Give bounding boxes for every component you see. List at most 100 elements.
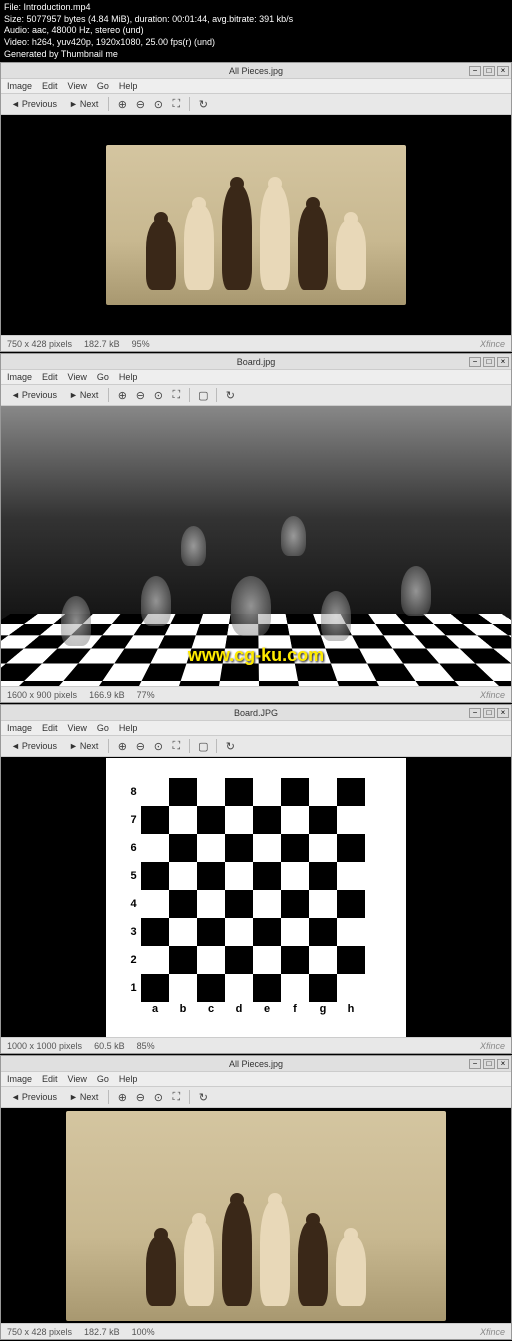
board-square [337, 778, 365, 806]
zoom-out-icon[interactable]: ⊖ [133, 97, 147, 111]
menu-help[interactable]: Help [119, 723, 138, 733]
crop-icon[interactable]: ▢ [196, 388, 210, 402]
rotate-icon[interactable]: ↻ [196, 1090, 210, 1104]
status-zoom: 95% [132, 339, 150, 349]
board-square [309, 778, 337, 806]
image-viewport[interactable]: 87654321abcdefgh [1, 757, 511, 1037]
next-button[interactable]: ► Next [65, 740, 102, 752]
toolbar: ◄ Previous ► Next ⊕ ⊖ ⊙ ⛶ ▢ ↻ [1, 385, 511, 406]
menu-image[interactable]: Image [7, 723, 32, 733]
menu-view[interactable]: View [68, 372, 87, 382]
image-viewer-window: Board.JPG − □ × Image Edit View Go Help … [0, 704, 512, 1054]
menu-image[interactable]: Image [7, 81, 32, 91]
maximize-button[interactable]: □ [483, 1059, 495, 1069]
rotate-icon[interactable]: ↻ [223, 739, 237, 753]
menu-edit[interactable]: Edit [42, 372, 58, 382]
zoom-fit-icon[interactable]: ⛶ [169, 97, 183, 111]
zoom-out-icon[interactable]: ⊖ [133, 388, 147, 402]
status-dimensions: 1600 x 900 pixels [7, 690, 77, 700]
menu-view[interactable]: View [68, 1074, 87, 1084]
maximize-button[interactable]: □ [483, 708, 495, 718]
previous-button[interactable]: ◄ Previous [7, 389, 61, 401]
image-viewer-window: Board.jpg − □ × Image Edit View Go Help … [0, 353, 512, 703]
status-filesize: 182.7 kB [84, 339, 120, 349]
close-button[interactable]: × [497, 357, 509, 367]
board-square [253, 946, 281, 974]
board-square [225, 778, 253, 806]
col-label: b [169, 1002, 197, 1017]
menu-go[interactable]: Go [97, 372, 109, 382]
row-label: 8 [126, 778, 141, 806]
close-button[interactable]: × [497, 66, 509, 76]
zoom-fit-icon[interactable]: ⛶ [169, 1090, 183, 1104]
zoom-fit-icon[interactable]: ⛶ [169, 739, 183, 753]
previous-button[interactable]: ◄ Previous [7, 740, 61, 752]
menu-help[interactable]: Help [119, 372, 138, 382]
rotate-icon[interactable]: ↻ [223, 388, 237, 402]
maximize-button[interactable]: □ [483, 66, 495, 76]
menu-edit[interactable]: Edit [42, 723, 58, 733]
toolbar: ◄ Previous ► Next ⊕ ⊖ ⊙ ⛶ ↻ [1, 94, 511, 115]
board-square [253, 778, 281, 806]
minimize-button[interactable]: − [469, 708, 481, 718]
zoom-fit-icon[interactable]: ⛶ [169, 388, 183, 402]
status-dimensions: 750 x 428 pixels [7, 1327, 72, 1337]
next-button[interactable]: ► Next [65, 1091, 102, 1103]
zoom-out-icon[interactable]: ⊖ [133, 1090, 147, 1104]
zoom-actual-icon[interactable]: ⊙ [151, 97, 165, 111]
minimize-button[interactable]: − [469, 1059, 481, 1069]
board-square [337, 862, 365, 890]
close-button[interactable]: × [497, 1059, 509, 1069]
menu-view[interactable]: View [68, 81, 87, 91]
minimize-button[interactable]: − [469, 357, 481, 367]
zoom-in-icon[interactable]: ⊕ [115, 1090, 129, 1104]
menu-edit[interactable]: Edit [42, 1074, 58, 1084]
zoom-in-icon[interactable]: ⊕ [115, 97, 129, 111]
menu-go[interactable]: Go [97, 81, 109, 91]
rotate-icon[interactable]: ↻ [196, 97, 210, 111]
toolbar: ◄ Previous ► Next ⊕ ⊖ ⊙ ⛶ ▢ ↻ [1, 736, 511, 757]
row-label: 6 [126, 834, 141, 862]
previous-button[interactable]: ◄ Previous [7, 98, 61, 110]
image-viewport[interactable] [1, 1108, 511, 1323]
menu-go[interactable]: Go [97, 723, 109, 733]
minimize-button[interactable]: − [469, 66, 481, 76]
board-square [169, 806, 197, 834]
next-button[interactable]: ► Next [65, 389, 102, 401]
previous-button[interactable]: ◄ Previous [7, 1091, 61, 1103]
board-square [225, 974, 253, 1002]
board-square [169, 778, 197, 806]
image-viewport[interactable] [1, 115, 511, 335]
zoom-in-icon[interactable]: ⊕ [115, 739, 129, 753]
image-viewport[interactable]: www.cg-ku.com [1, 406, 511, 686]
menu-help[interactable]: Help [119, 81, 138, 91]
menubar: Image Edit View Go Help [1, 370, 511, 385]
board-square [337, 918, 365, 946]
chess-pieces-image [106, 145, 406, 305]
row-label: 7 [126, 806, 141, 834]
close-button[interactable]: × [497, 708, 509, 718]
menu-go[interactable]: Go [97, 1074, 109, 1084]
zoom-actual-icon[interactable]: ⊙ [151, 388, 165, 402]
menu-image[interactable]: Image [7, 372, 32, 382]
image-viewer-window: All Pieces.jpg − □ × Image Edit View Go … [0, 62, 512, 352]
zoom-actual-icon[interactable]: ⊙ [151, 739, 165, 753]
menubar: Image Edit View Go Help [1, 721, 511, 736]
status-zoom: 100% [132, 1327, 155, 1337]
zoom-actual-icon[interactable]: ⊙ [151, 1090, 165, 1104]
crop-icon[interactable]: ▢ [196, 739, 210, 753]
board-square [141, 974, 169, 1002]
menu-view[interactable]: View [68, 723, 87, 733]
titlebar: Board.JPG − □ × [1, 705, 511, 721]
board-square [337, 890, 365, 918]
menu-edit[interactable]: Edit [42, 81, 58, 91]
board-square [309, 862, 337, 890]
menu-image[interactable]: Image [7, 1074, 32, 1084]
next-button[interactable]: ► Next [65, 98, 102, 110]
zoom-out-icon[interactable]: ⊖ [133, 739, 147, 753]
board-square [309, 946, 337, 974]
menu-help[interactable]: Help [119, 1074, 138, 1084]
window-title: All Pieces.jpg [229, 66, 283, 76]
maximize-button[interactable]: □ [483, 357, 495, 367]
zoom-in-icon[interactable]: ⊕ [115, 388, 129, 402]
